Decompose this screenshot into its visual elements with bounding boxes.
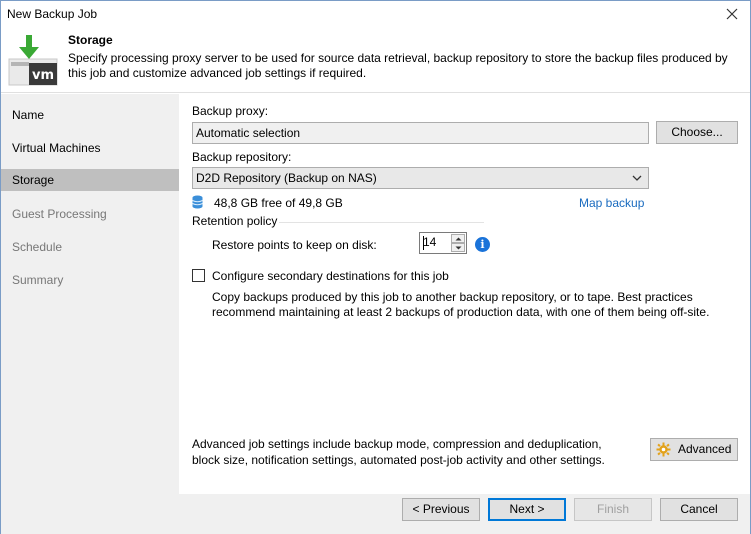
- choose-proxy-button[interactable]: Choose...: [656, 121, 738, 144]
- sidebar-item-virtual-machines[interactable]: Virtual Machines: [1, 137, 179, 159]
- step-description: Specify processing proxy server to be us…: [68, 51, 728, 80]
- repository-free-space: 48,8 GB free of 49,8 GB: [214, 196, 343, 210]
- finish-button: Finish: [574, 498, 652, 521]
- map-backup-link[interactable]: Map backup: [579, 196, 644, 210]
- next-button[interactable]: Next >: [488, 498, 566, 521]
- stepper-buttons: [451, 234, 465, 252]
- chevron-down-icon: [455, 246, 461, 249]
- secondary-destinations-description: Copy backups produced by this job to ano…: [212, 290, 710, 319]
- backup-proxy-field[interactable]: Automatic selection: [192, 122, 649, 144]
- step-title: Storage: [68, 33, 113, 47]
- chevron-down-icon: [630, 168, 644, 188]
- text-caret: [423, 236, 424, 250]
- stepper-up-button[interactable]: [451, 234, 465, 243]
- advanced-button-label: Advanced: [678, 442, 732, 456]
- storage-settings-panel: Backup proxy: Automatic selection Choose…: [179, 94, 750, 494]
- database-icon: [192, 195, 203, 209]
- stepper-down-button[interactable]: [451, 243, 465, 252]
- restore-points-stepper[interactable]: 14: [419, 232, 467, 254]
- sidebar-item-storage[interactable]: Storage: [1, 169, 179, 191]
- sidebar-item-summary: Summary: [12, 273, 64, 287]
- secondary-destinations-checkbox[interactable]: [192, 269, 205, 282]
- close-icon: [726, 8, 738, 20]
- title-bar: New Backup Job: [1, 1, 750, 29]
- secondary-destinations-label[interactable]: Configure secondary destinations for thi…: [212, 269, 449, 283]
- sidebar-item-name[interactable]: Name: [1, 104, 179, 126]
- sidebar-item-guest-processing: Guest Processing: [12, 207, 107, 221]
- restore-points-label: Restore points to keep on disk:: [212, 238, 377, 252]
- gear-icon: [656, 442, 671, 457]
- close-button[interactable]: [720, 3, 744, 25]
- retention-policy-heading: Retention policy: [192, 214, 278, 228]
- step-header: vm Storage Specify processing proxy serv…: [1, 29, 750, 93]
- chevron-up-icon: [455, 237, 461, 240]
- sidebar-item-schedule: Schedule: [12, 240, 63, 254]
- wizard-footer: < Previous Next > Finish Cancel: [179, 494, 750, 534]
- previous-button[interactable]: < Previous: [402, 498, 480, 521]
- backup-repository-value: D2D Repository (Backup on NAS): [196, 171, 377, 185]
- info-icon[interactable]: i: [475, 237, 490, 252]
- window-title: New Backup Job: [7, 7, 98, 21]
- cancel-button[interactable]: Cancel: [660, 498, 738, 521]
- advanced-button[interactable]: Advanced: [650, 438, 738, 461]
- backup-repository-label: Backup repository:: [192, 150, 292, 164]
- advanced-settings-description: Advanced job settings include backup mod…: [192, 437, 605, 467]
- new-backup-job-window: New Backup Job vm Storage Specify proces…: [0, 0, 751, 534]
- retention-divider: [279, 222, 484, 223]
- wizard-steps-sidebar: Name Virtual Machines Storage Guest Proc…: [1, 94, 179, 534]
- restore-points-value: 14: [423, 235, 437, 249]
- vm-badge-text: vm: [32, 68, 54, 83]
- backup-job-icon: vm: [8, 35, 58, 86]
- backup-repository-select[interactable]: D2D Repository (Backup on NAS): [192, 167, 649, 189]
- backup-proxy-label: Backup proxy:: [192, 104, 269, 118]
